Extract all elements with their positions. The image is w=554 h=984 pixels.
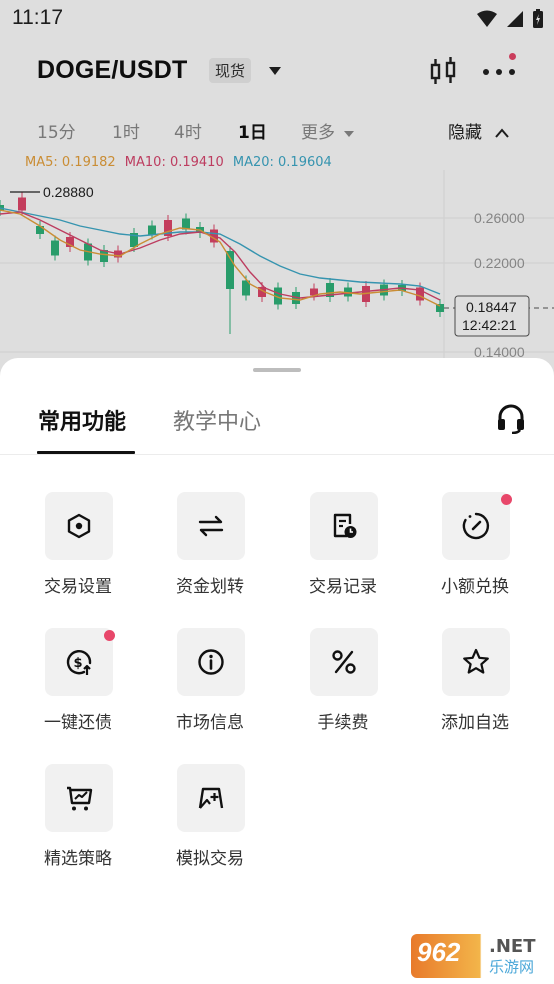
- demo-trade-icon: [198, 787, 224, 809]
- watermark-sub: 乐游网: [489, 958, 535, 976]
- one-click-repay-item[interactable]: $ 一键还债: [12, 628, 144, 738]
- watermark-number: 962: [417, 937, 461, 967]
- info-icon: [198, 649, 224, 675]
- item-label: 精选策略: [44, 849, 112, 869]
- item-label: 模拟交易: [176, 849, 244, 869]
- headset-support-icon[interactable]: [496, 404, 526, 434]
- tab-tutorial-center[interactable]: 教学中心: [173, 404, 261, 436]
- item-label: 添加自选: [441, 713, 509, 733]
- market-info-item[interactable]: 市场信息: [144, 628, 276, 738]
- demo-trading-item[interactable]: 模拟交易: [144, 764, 276, 874]
- fees-item[interactable]: 手续费: [277, 628, 409, 738]
- strategy-chart-icon: [67, 786, 93, 811]
- trade-settings-item[interactable]: 交易设置: [12, 492, 144, 602]
- sheet-divider: [0, 454, 554, 455]
- svg-text:$: $: [74, 656, 83, 671]
- small-exchange-item[interactable]: 小额兑换: [409, 492, 541, 602]
- selected-strategy-item[interactable]: 精选策略: [12, 764, 144, 874]
- repay-dollar-icon: $: [66, 650, 92, 675]
- new-badge-dot: [501, 494, 512, 505]
- item-label: 交易记录: [309, 577, 377, 597]
- sheet-drag-handle[interactable]: [253, 368, 301, 372]
- transfer-arrows-icon: [198, 515, 224, 537]
- item-label: 一键还债: [44, 713, 112, 733]
- item-label: 手续费: [317, 713, 369, 733]
- item-label: 市场信息: [176, 713, 244, 733]
- function-sheet: 常用功能 教学中心 交易设置 资金划转 交易记录 小额兑换 $ 一键还债 市场信…: [0, 358, 554, 984]
- watermark-net: .NET: [489, 936, 536, 957]
- add-favorite-item[interactable]: 添加自选: [409, 628, 541, 738]
- item-label: 交易设置: [44, 577, 112, 597]
- record-clock-icon: [333, 513, 357, 538]
- trading-page: 11:17 DOGE/USDT 现货 15分 1时 4时 1日 更多 隐藏 MA…: [0, 0, 554, 984]
- small-exchange-icon: [462, 512, 490, 540]
- new-badge-dot: [104, 630, 115, 641]
- site-watermark-logo: 962 .NET 乐游网: [411, 934, 549, 978]
- item-label: 小额兑换: [441, 577, 509, 597]
- percent-icon: [332, 650, 356, 674]
- item-label: 资金划转: [176, 577, 244, 597]
- star-icon: [463, 648, 489, 674]
- hexagon-settings-icon: [67, 513, 91, 539]
- trade-history-item[interactable]: 交易记录: [277, 492, 409, 602]
- fund-transfer-item[interactable]: 资金划转: [144, 492, 276, 602]
- tab-common-functions[interactable]: 常用功能: [38, 404, 126, 436]
